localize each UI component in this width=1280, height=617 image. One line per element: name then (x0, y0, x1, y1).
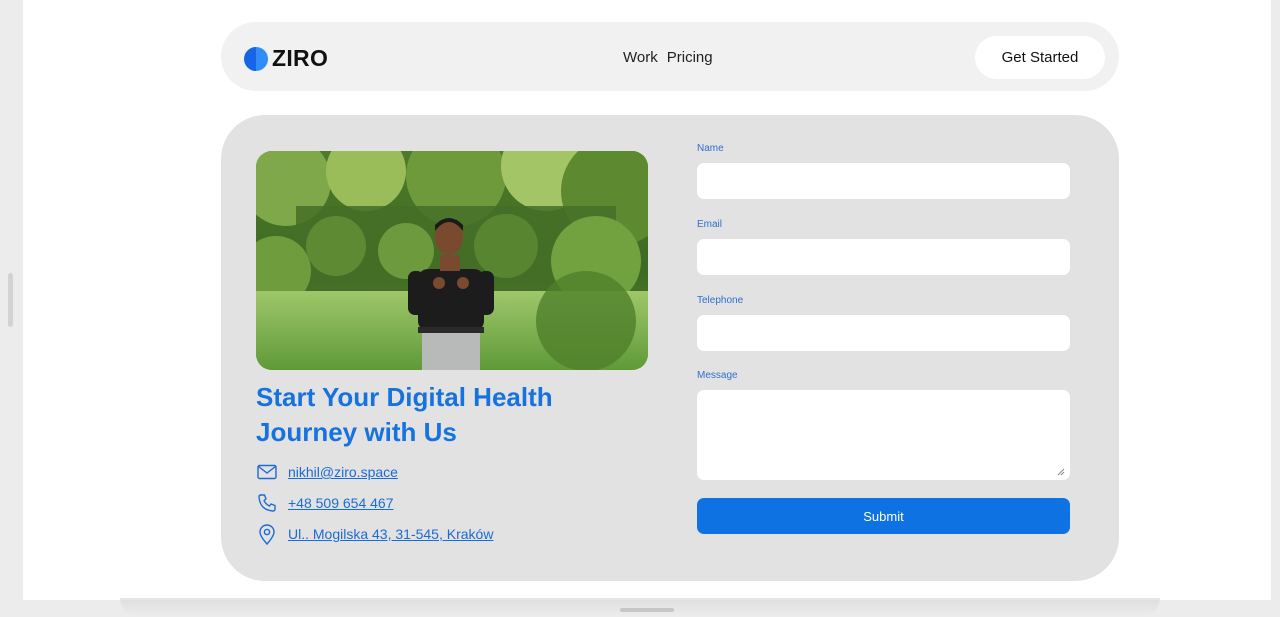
contact-email-row: nikhil@ziro.space (256, 461, 398, 483)
nav-link-work[interactable]: Work (623, 49, 658, 66)
resize-handle-icon[interactable] (1055, 466, 1065, 476)
message-label: Message (697, 370, 738, 381)
name-label: Name (697, 143, 724, 154)
top-navbar: ZIRO Work Pricing Get Started (221, 22, 1119, 91)
email-label: Email (697, 219, 723, 230)
contact-phone-row: +48 509 654 467 (256, 492, 394, 514)
phone-icon (256, 492, 278, 514)
name-input[interactable] (697, 163, 1070, 199)
telephone-input[interactable] (697, 315, 1070, 351)
contact-phone-link[interactable]: +48 509 654 467 (288, 495, 394, 511)
email-input[interactable] (697, 239, 1070, 275)
man-speaking-outdoors-photo (256, 151, 648, 370)
get-started-button[interactable]: Get Started (975, 36, 1105, 79)
nav-links: Work Pricing (623, 49, 713, 66)
nav-link-pricing[interactable]: Pricing (667, 49, 713, 66)
contact-headline: Start Your Digital Health Journey with U… (256, 382, 553, 447)
contact-address-link[interactable]: Ul.. Mogilska 43, 31-545, Kraków (288, 526, 493, 542)
photo-illustration (256, 151, 648, 370)
side-scroll-handle[interactable] (8, 273, 13, 327)
map-pin-icon (256, 523, 278, 545)
logo[interactable]: ZIRO (244, 45, 328, 72)
message-textarea[interactable] (697, 390, 1070, 480)
contact-address-row: Ul.. Mogilska 43, 31-545, Kraków (256, 523, 493, 545)
telephone-label: Telephone (697, 295, 744, 306)
page-canvas: ZIRO Work Pricing Get Started Start Your… (23, 0, 1271, 600)
mail-icon (256, 461, 278, 483)
logo-text: ZIRO (272, 45, 329, 71)
submit-button[interactable]: Submit (697, 498, 1070, 534)
bottom-drag-handle[interactable] (620, 608, 674, 612)
contact-email-link[interactable]: nikhil@ziro.space (288, 464, 398, 480)
half-filled-circle-icon (244, 46, 268, 71)
contact-card: Start Your Digital Health Journey with U… (221, 115, 1119, 581)
